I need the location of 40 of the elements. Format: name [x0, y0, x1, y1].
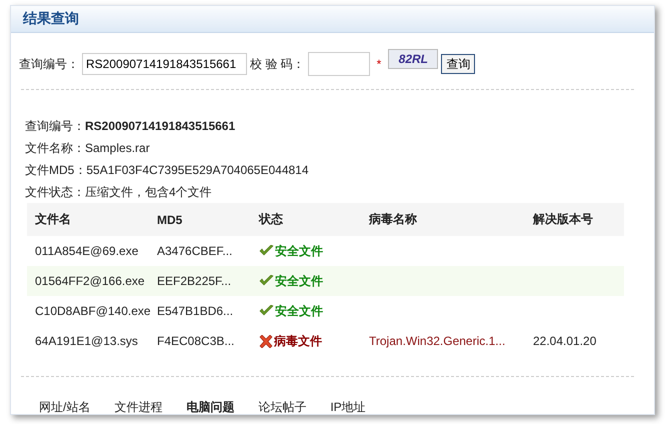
- table-cell-text: 01564FF2@166.exe: [34, 274, 146, 288]
- column-header: 状态: [259, 211, 284, 228]
- verification-code-field[interactable]: [308, 52, 370, 76]
- column-header: 病毒名称: [369, 211, 418, 228]
- column-header: MD5: [157, 212, 184, 226]
- column-header: 解决版本号: [533, 211, 594, 228]
- info-value: Samples.rar: [85, 141, 150, 155]
- tab[interactable]: 文件进程: [114, 399, 162, 416]
- status-text: 安全文件: [275, 272, 323, 290]
- info-label: 文件MD5：: [25, 163, 86, 177]
- table-cell-text: A3476CBEF...: [157, 244, 234, 258]
- tab[interactable]: 论坛帖子: [258, 399, 306, 416]
- info-label: 文件状态：: [25, 185, 85, 199]
- table-cell-text: 011A854E@69.exe: [34, 244, 140, 258]
- status-text: 病毒文件: [274, 332, 322, 350]
- table-cell: 22.04.01.20: [533, 334, 596, 348]
- column-header: 文件名: [34, 211, 72, 228]
- info-label: 文件名称：: [25, 141, 85, 155]
- virus-name: Trojan.Win32.Generic.1...: [369, 334, 506, 348]
- info-value: 压缩文件，包含4个文件: [85, 185, 212, 199]
- tab[interactable]: 网址/站名: [39, 399, 90, 416]
- table-cell-text: C10D8ABF@140.exe: [34, 304, 152, 318]
- info-value: 55A1F03F4C7395E529A704065E044814: [86, 163, 309, 177]
- captcha-image: 82RL: [388, 49, 438, 69]
- info-value: RS20090714191843515661: [85, 119, 236, 133]
- panel-title: 结果查询: [23, 10, 79, 28]
- field-label: 查询编号：: [19, 56, 79, 72]
- info-label: 查询编号：: [25, 119, 85, 133]
- tab[interactable]: 电脑问题: [186, 399, 234, 416]
- status-text: 安全文件: [275, 242, 323, 260]
- status-text: 安全文件: [275, 302, 323, 320]
- query-number-field[interactable]: RS20090714191843515661: [82, 53, 247, 75]
- tab[interactable]: IP地址: [330, 399, 366, 416]
- table-cell-text: E547B1BD6...: [157, 304, 234, 318]
- table-cell-text: F4EC08C3B...: [157, 334, 236, 348]
- required-mark: *: [376, 57, 382, 71]
- field-label: 校 验 码：: [250, 56, 305, 72]
- query-button[interactable]: 查询: [441, 54, 476, 74]
- table-cell-text: 64A191E1@13.sys: [34, 334, 139, 348]
- table-cell-text: EEF2B225F...: [157, 274, 232, 288]
